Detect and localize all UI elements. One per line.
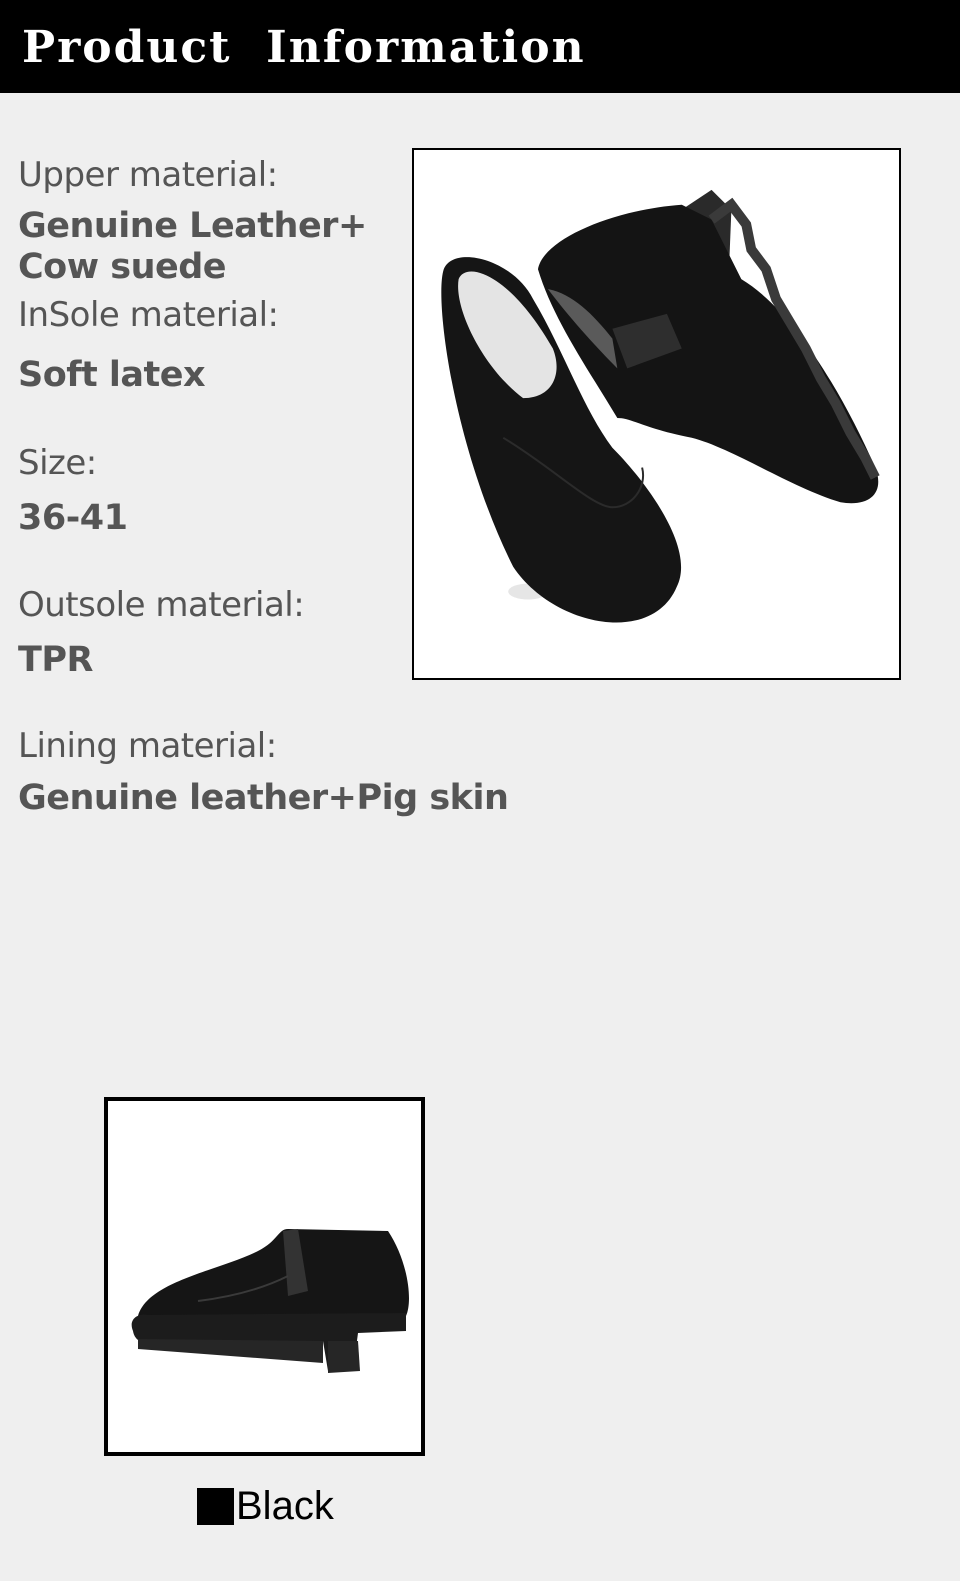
insole-material-label: InSole material: <box>18 295 279 335</box>
color-option-label: Black <box>236 1483 334 1528</box>
color-swatch-square <box>197 1487 234 1525</box>
size-label: Size: <box>18 443 97 483</box>
shoe-pair-illustration <box>441 189 880 623</box>
color-swatch-photo[interactable] <box>104 1097 425 1456</box>
upper-material-label: Upper material: <box>18 155 278 195</box>
insole-material-value: Soft latex <box>18 355 206 395</box>
size-value: 36-41 <box>18 498 128 538</box>
product-photo-top-view <box>412 148 901 680</box>
shoe-side-view-illustration <box>131 1229 409 1373</box>
lining-material-value: Genuine leather+Pig skin <box>18 778 509 818</box>
page-title: Product Information <box>22 22 586 73</box>
upper-material-value-line1: Genuine Leather+ <box>18 206 367 246</box>
upper-material-value-line2: Cow suede <box>18 247 227 287</box>
color-option[interactable]: Black <box>197 1484 334 1528</box>
outsole-material-label: Outsole material: <box>18 585 305 625</box>
lining-material-label: Lining material: <box>18 726 277 766</box>
outsole-material-value: TPR <box>18 640 93 680</box>
header-bar: Product Information <box>0 0 960 93</box>
